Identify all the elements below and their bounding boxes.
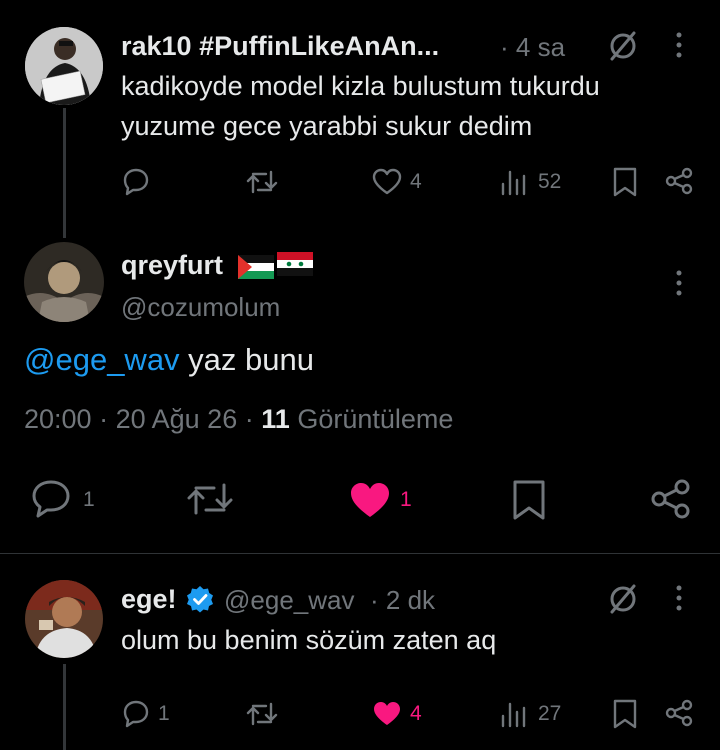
tweet-time[interactable]: 20:00 bbox=[24, 404, 92, 434]
tweet-text: olum bu benim sözüm zaten aq bbox=[121, 625, 497, 655]
thread-line-top bbox=[63, 108, 66, 238]
tweet-text-line-2: yuzume gece yarabbi sukur dedim bbox=[121, 111, 533, 141]
more-icon[interactable] bbox=[670, 268, 688, 298]
syria-flag bbox=[277, 252, 313, 276]
palestine-flag bbox=[238, 255, 274, 279]
grok-icon[interactable] bbox=[605, 581, 641, 617]
share-icon[interactable] bbox=[650, 478, 692, 520]
tweet-time[interactable]: · 2 dk bbox=[370, 585, 435, 616]
thread-line-bottom bbox=[63, 664, 66, 750]
avatar[interactable] bbox=[25, 27, 103, 105]
tweet-date[interactable]: · 20 Ağu 26 bbox=[99, 404, 237, 434]
author-handle[interactable]: @cozumolum bbox=[121, 292, 280, 323]
reply-count: 1 bbox=[158, 702, 170, 725]
retweet-icon[interactable] bbox=[246, 700, 278, 728]
reply-icon[interactable] bbox=[121, 698, 151, 728]
meta-dot: · bbox=[244, 404, 254, 434]
view-count: 52 bbox=[538, 170, 562, 193]
share-icon[interactable] bbox=[664, 698, 694, 728]
views-icon[interactable] bbox=[500, 700, 528, 728]
mention-link[interactable]: @ege_wav bbox=[24, 342, 180, 377]
more-icon[interactable] bbox=[670, 583, 688, 613]
reply-icon[interactable] bbox=[121, 166, 151, 196]
verified-badge-icon bbox=[186, 585, 214, 613]
more-icon[interactable] bbox=[670, 30, 688, 60]
reply-icon[interactable] bbox=[30, 478, 72, 518]
view-count: 27 bbox=[538, 702, 562, 725]
tweet-meta: 20:00 · 20 Ağu 26 · 11 Görüntüleme bbox=[24, 404, 453, 435]
like-count: 1 bbox=[400, 488, 412, 511]
author-handle[interactable]: @ege_wav bbox=[224, 585, 354, 616]
divider bbox=[0, 553, 720, 554]
author-name[interactable]: ege! bbox=[121, 584, 177, 615]
share-icon[interactable] bbox=[664, 166, 694, 196]
bookmark-icon[interactable] bbox=[511, 478, 547, 522]
like-icon[interactable] bbox=[372, 168, 402, 196]
reply-count: 1 bbox=[83, 488, 95, 511]
retweet-icon[interactable] bbox=[186, 480, 234, 518]
grok-icon[interactable] bbox=[605, 28, 641, 64]
like-count: 4 bbox=[410, 702, 422, 725]
author-name[interactable]: rak10 #PuffinLikeAnAn... bbox=[121, 31, 439, 62]
views-icon[interactable] bbox=[500, 168, 528, 196]
retweet-icon[interactable] bbox=[246, 168, 278, 196]
like-icon-active[interactable] bbox=[348, 480, 392, 520]
like-icon-active[interactable] bbox=[372, 700, 402, 728]
tweet-time[interactable]: · 4 sa bbox=[500, 32, 565, 63]
bookmark-icon[interactable] bbox=[612, 698, 638, 730]
tweet-text-line-1: kadikoyde model kizla bulustum tukurdu bbox=[121, 71, 600, 101]
author-name[interactable]: qreyfurt bbox=[121, 250, 223, 281]
views-label: Görüntüleme bbox=[297, 404, 454, 434]
avatar[interactable] bbox=[24, 242, 104, 322]
like-count: 4 bbox=[410, 170, 422, 193]
avatar[interactable] bbox=[25, 580, 103, 658]
tweet-text: @ege_wav yaz bunu bbox=[24, 340, 314, 380]
tweet-text-body: yaz bunu bbox=[179, 342, 314, 377]
view-count: 11 bbox=[261, 404, 290, 434]
bookmark-icon[interactable] bbox=[612, 166, 638, 198]
